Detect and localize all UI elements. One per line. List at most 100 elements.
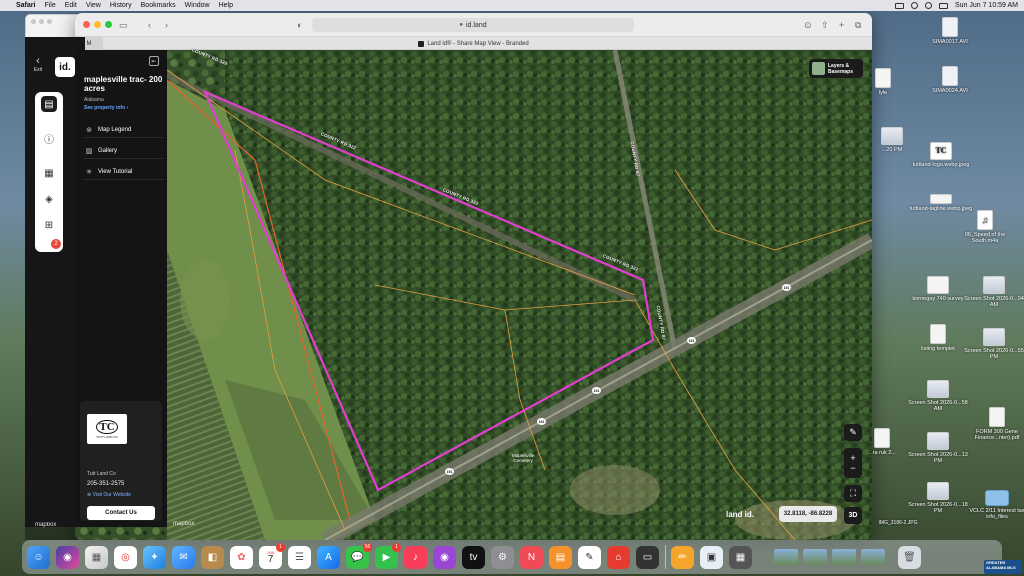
sidebar-toggle-icon[interactable]: ▭ [119, 19, 128, 31]
desktop-icon-form-300[interactable]: FORM 300 Gene Finance...nter).pdf [965, 407, 1024, 441]
visit-website-link[interactable]: ⊕ Visit Our Website [87, 492, 131, 498]
dock-trash-icon[interactable]: 🗑 [898, 545, 921, 569]
desktop-icon-screenshot-4[interactable]: Screen Shot 2026-0...13 PM [906, 432, 970, 464]
dock-minimized-window-1[interactable] [774, 549, 798, 565]
dock-news-icon[interactable]: N [520, 545, 543, 569]
privacy-shield-icon[interactable]: ◐ [297, 19, 302, 31]
search-icon[interactable] [924, 2, 932, 9]
minimize-window-button[interactable] [94, 21, 101, 28]
map-legend-item[interactable]: ⊚ Map Legend [84, 122, 164, 138]
dock-acrobat-icon[interactable]: ⌂ [607, 545, 630, 569]
dock-facetime-icon[interactable]: ▶ 1 [375, 542, 401, 569]
agent-phone[interactable]: 205-351-2575 [87, 481, 124, 487]
share-icon[interactable]: ⇧ [821, 19, 829, 31]
back-icon[interactable]: ‹ [148, 19, 151, 31]
desktop-icon-vclc-folder[interactable]: VCLC 2/11 Interest tax info_files [965, 490, 1024, 520]
dock-calculator-icon[interactable]: ▦ [729, 545, 752, 569]
desktop-icon-partial[interactable]: ...ra ruk 2... [850, 428, 914, 456]
map-icon[interactable]: ▦ [41, 165, 57, 181]
landid-logo[interactable]: id. [55, 57, 75, 77]
agent-company: Tutt Land Co [87, 471, 116, 477]
contact-us-button[interactable]: Contact Us [87, 506, 155, 520]
desktop-icon-speed-of-the-south[interactable]: ♫ 06_Speed of the South.m4a [953, 210, 1017, 244]
lock-icon: ● [459, 22, 463, 28]
battery-icon[interactable] [894, 2, 904, 9]
zoom-out-button[interactable]: − [850, 463, 855, 473]
dock-app-store-icon[interactable]: A [317, 545, 340, 569]
dock-photos-icon[interactable]: ✿ [230, 545, 253, 569]
dock-archive-icon[interactable]: ▭ [636, 545, 659, 569]
dock-safari-icon[interactable]: ✦ [143, 545, 166, 569]
close-window-button[interactable] [83, 21, 90, 28]
property-title: maplesville trac- 200 acres [84, 75, 163, 93]
dock-books-icon[interactable]: ▤ [549, 545, 572, 569]
dock-pencil-icon[interactable]: ✏ [671, 545, 694, 569]
gallery-item[interactable]: ▨ Gallery [84, 143, 164, 159]
download-icon[interactable]: ⊙ [804, 19, 812, 31]
dock-minimized-window-4[interactable] [861, 549, 885, 565]
menu-bar: Safari File Edit View History Bookmarks … [0, 0, 1024, 11]
menu-file[interactable]: File [44, 2, 55, 9]
menu-help[interactable]: Help [219, 2, 233, 9]
tab-overview-icon[interactable]: ⧉ [855, 19, 861, 31]
address-bar[interactable]: ● id.land [312, 18, 634, 32]
menu-clock[interactable]: Sun Jun 7 10:59 AM [955, 2, 1018, 9]
screenshot-file-icon [927, 380, 949, 398]
dock-messages-icon[interactable]: 💬 56 [346, 542, 372, 569]
desktop-icon-screenshot-1[interactable]: Screen Shot 2026-0...04 AM [962, 276, 1024, 308]
map-canvas[interactable] [75, 50, 872, 540]
maximize-window-button[interactable] [105, 21, 112, 28]
property-panel-icon[interactable]: ▤ [41, 96, 57, 112]
layers-icon[interactable]: ◈ [41, 191, 57, 207]
dock-launchpad-icon[interactable]: ▦ [85, 545, 108, 569]
dock-preview-icon[interactable]: ▣ [700, 545, 723, 569]
exit-button[interactable]: ‹ Exit [29, 56, 47, 74]
desktop-icon-lyle[interactable]: lyle [851, 68, 915, 96]
dock-mail-icon[interactable]: ✉ [172, 545, 195, 569]
menu-window[interactable]: Window [185, 2, 210, 9]
info-icon[interactable]: ⓘ [41, 130, 57, 146]
dock-chrome-icon[interactable]: ◎ [114, 545, 137, 569]
desktop-icon-listing-templet[interactable]: listing templet [906, 324, 970, 352]
dock-podcasts-icon[interactable]: ◉ [433, 545, 456, 569]
desktop-icon-tuttland-logo[interactable]: TC tuttland-logo.webp.jpeg [909, 142, 973, 168]
collapse-panel-icon[interactable]: ⇤ [149, 56, 159, 66]
dock-calendar-icon[interactable]: JUN 7 1 [259, 542, 285, 569]
fullscreen-button[interactable]: ⛶ [844, 485, 862, 502]
dock-music-icon[interactable]: ♪ [404, 545, 427, 569]
dock-reminders-icon[interactable]: ☰ [288, 545, 311, 569]
dock-finder-icon[interactable]: ☺ [27, 545, 50, 569]
menu-view[interactable]: View [86, 2, 101, 9]
boundaries-icon[interactable]: ⊞ [41, 217, 57, 233]
desktop-icon-kornegay-survey[interactable]: kornegay 740 survey [906, 276, 970, 302]
control-center-icon[interactable] [938, 2, 948, 9]
dock-tv-icon[interactable]: tv [462, 545, 485, 569]
satellite-map[interactable] [75, 50, 872, 540]
view-tutorial-item[interactable]: ✳ View Tutorial [84, 164, 164, 180]
coordinates-readout[interactable]: 32.8118, -86.8228 [779, 506, 837, 522]
dock-settings-icon[interactable]: ⚙ [491, 545, 514, 569]
dock-minimized-window-3[interactable] [832, 549, 856, 565]
new-tab-icon[interactable]: + [839, 19, 844, 31]
wifi-icon[interactable] [910, 2, 918, 9]
dock-minimized-window-2[interactable] [803, 549, 827, 565]
desktop-icon-img-3186[interactable]: IMG_3186-2.JPG [866, 520, 930, 526]
menu-edit[interactable]: Edit [65, 2, 77, 9]
dock-contacts-icon[interactable]: ◧ [201, 545, 224, 569]
desktop-icon-screenshot-5[interactable]: Screen Shot 2026-0...18 PM [906, 482, 970, 514]
desktop-icon-sima0017[interactable]: SIMA0017.AVI [918, 17, 982, 45]
desktop-icon-sima0024[interactable]: SIMA0024.AVI [918, 66, 982, 94]
dock-textedit-icon[interactable]: ✎ [578, 545, 601, 569]
menu-app-name[interactable]: Safari [16, 2, 35, 9]
desktop-icon-screenshot-3[interactable]: Screen Shot 2026-0...58 AM [906, 380, 970, 412]
3d-toggle-button[interactable]: 3D [844, 507, 862, 524]
visit-website-label: Visit Our Website [92, 492, 132, 498]
menu-bookmarks[interactable]: Bookmarks [141, 2, 176, 9]
desktop-icon-screenshot-2[interactable]: Screen Shot 2026-0...55 PM [962, 328, 1024, 360]
menu-history[interactable]: History [110, 2, 132, 9]
see-property-info-link[interactable]: See property info › [84, 105, 128, 111]
forward-icon[interactable]: › [165, 19, 168, 31]
url-text: id.land [465, 21, 487, 29]
dock-siri-icon[interactable]: ◉ [56, 545, 79, 569]
screenshot-file-icon [983, 328, 1005, 346]
